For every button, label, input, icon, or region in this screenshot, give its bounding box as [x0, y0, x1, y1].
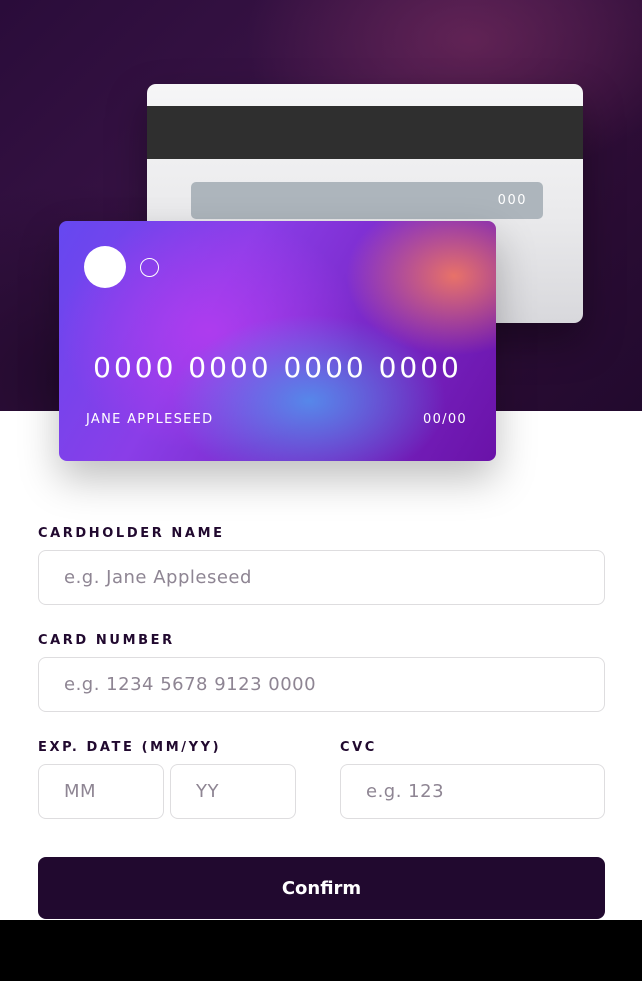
outline-circle-icon: [140, 258, 159, 277]
cardholder-name-label: CARDHOLDER NAME: [38, 526, 225, 541]
card-front: 0000 0000 0000 0000 JANE APPLESEED 00/00: [59, 221, 496, 461]
filled-circle-icon: [84, 246, 126, 288]
confirm-button[interactable]: Confirm: [38, 857, 605, 919]
magnetic-stripe: [147, 106, 583, 159]
card-holder-display: JANE APPLESEED: [86, 412, 214, 427]
cvc-input[interactable]: [340, 764, 605, 819]
viewport: 000 0000 0000 0000 0000 JANE APPLESEED 0…: [0, 0, 642, 920]
card-expiry-display: 00/00: [423, 412, 467, 427]
cardholder-name-input[interactable]: [38, 550, 605, 605]
exp-date-label: EXP. DATE (MM/YY): [38, 740, 222, 755]
card-cvc-display: 000: [497, 193, 527, 208]
card-number-label: CARD NUMBER: [38, 633, 175, 648]
cvc-label: CVC: [340, 740, 377, 755]
exp-month-input[interactable]: [38, 764, 164, 819]
card-number-input[interactable]: [38, 657, 605, 712]
exp-year-input[interactable]: [170, 764, 296, 819]
card-number-display: 0000 0000 0000 0000: [93, 351, 462, 384]
signature-strip: 000: [191, 182, 543, 219]
